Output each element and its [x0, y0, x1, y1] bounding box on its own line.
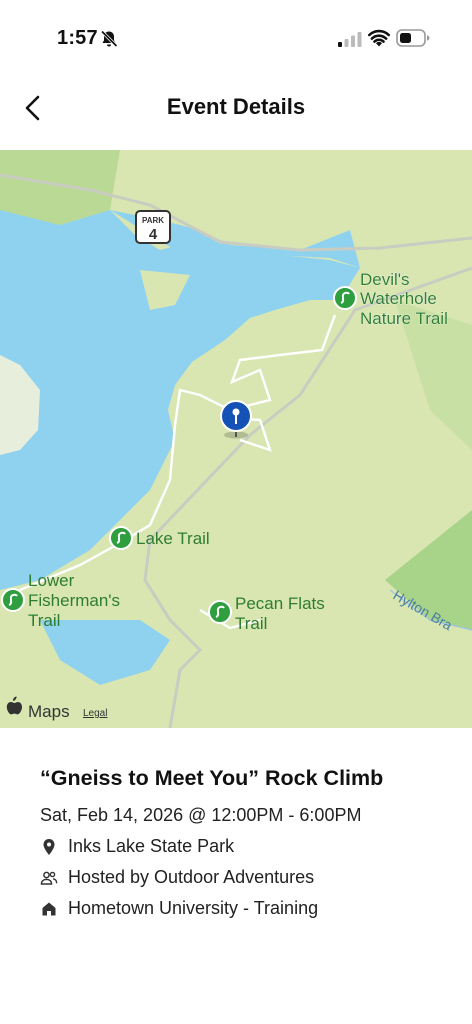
trail-label-devils-2: Waterhole — [360, 289, 437, 308]
home-icon — [42, 902, 56, 915]
hiking-trail-icon[interactable] — [208, 600, 232, 624]
event-host: Hosted by Outdoor Adventures — [68, 867, 315, 887]
maps-attribution: Maps — [28, 702, 70, 721]
park-badge-number: 4 — [149, 226, 158, 243]
legal-link[interactable]: Legal — [83, 708, 107, 719]
trail-label-pecan-1: Pecan Flats — [235, 594, 325, 613]
hiking-trail-icon[interactable] — [1, 588, 25, 612]
bell-slash-icon — [100, 30, 118, 48]
trail-label-devils-3: Nature Trail — [360, 309, 448, 328]
status-time: 1:57 — [57, 27, 98, 49]
people-icon — [40, 871, 58, 885]
nav-bar: Event Details — [0, 74, 472, 138]
event-location-row[interactable]: Inks Lake State Park — [40, 836, 460, 857]
map-pin-icon — [232, 408, 240, 416]
event-org: Hometown University - Training — [68, 898, 319, 918]
event-location: Inks Lake State Park — [68, 836, 235, 856]
page-title: Event Details — [166, 94, 306, 119]
battery-icon — [396, 29, 430, 47]
trail-label-lower-1: Lower — [28, 571, 75, 590]
event-title: “Gneiss to Meet You” Rock Climb — [40, 766, 384, 790]
status-bar: 1:57 — [0, 0, 472, 70]
event-org-row: Hometown University - Training — [40, 898, 460, 919]
park-badge-top: PARK — [142, 216, 164, 225]
trail-label-lower-2: Fisherman's — [28, 591, 120, 610]
trail-label-devils-1: Devil's — [360, 270, 410, 289]
cellular-signal-icon — [338, 32, 362, 47]
event-datetime: Sat, Feb 14, 2026 @ 12:00PM - 6:00PM — [40, 805, 362, 825]
event-host-row: Hosted by Outdoor Adventures — [40, 867, 460, 888]
hiking-trail-icon[interactable] — [333, 286, 357, 310]
trail-label-lower-3: Trail — [28, 611, 60, 630]
wifi-icon — [368, 29, 390, 47]
location-pin-icon — [43, 838, 55, 855]
map-view[interactable]: PARK 4 Devil's Waterhole Nature Trail La… — [0, 150, 472, 728]
map-canvas[interactable]: PARK 4 Devil's Waterhole Nature Trail La… — [0, 150, 472, 728]
trail-label-pecan-2: Trail — [235, 614, 267, 633]
event-details: “Gneiss to Meet You” Rock Climb Sat, Feb… — [40, 766, 460, 919]
trail-label-lake: Lake Trail — [136, 529, 210, 548]
hiking-trail-icon[interactable] — [109, 526, 133, 550]
